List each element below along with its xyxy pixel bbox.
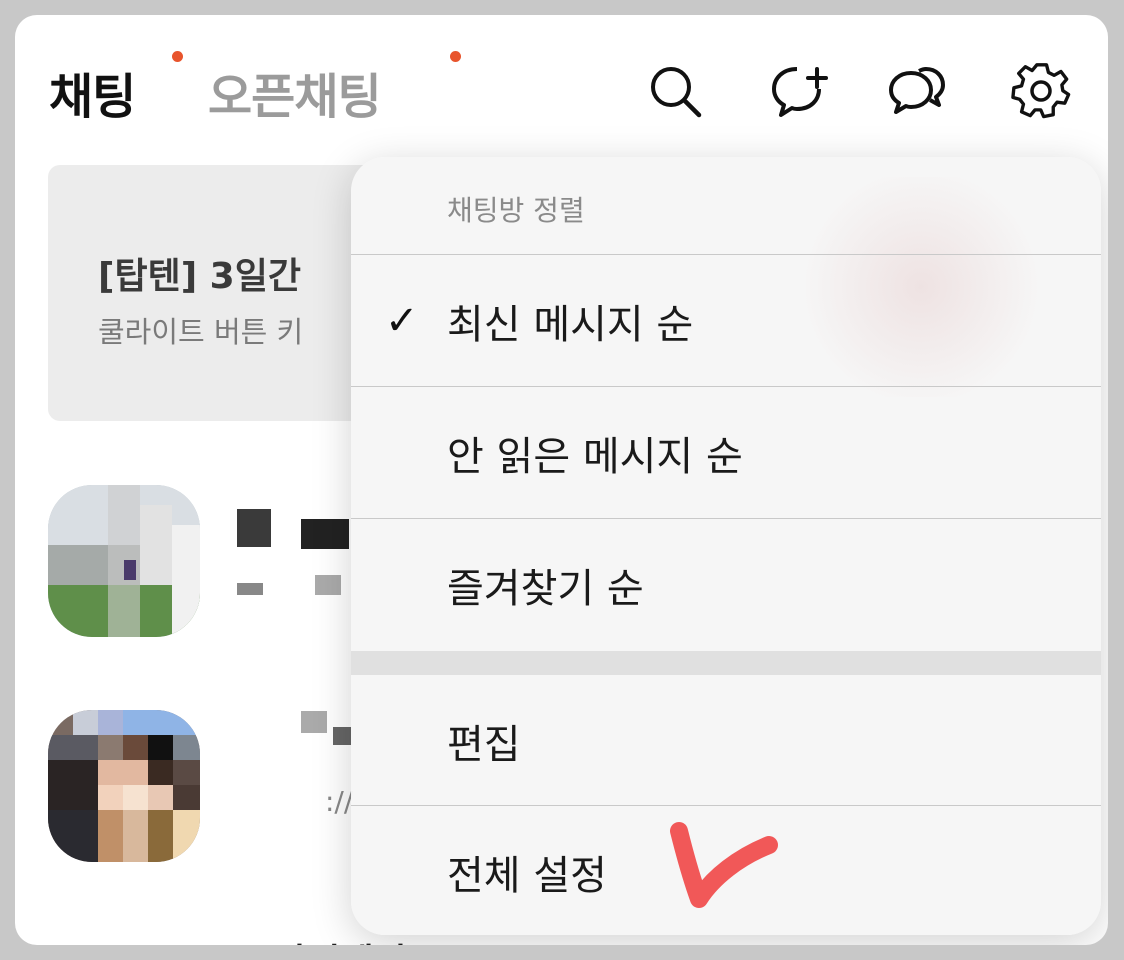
check-icon: ✓ — [385, 298, 419, 344]
banner-subtitle: 쿨라이트 버튼 키 — [98, 315, 304, 349]
sort-option-latest[interactable]: ✓ 최신 메시지 순 — [351, 255, 1101, 387]
new-badge-dot — [172, 51, 183, 62]
edit-menu-item[interactable]: 편집 — [351, 675, 1101, 807]
menu-item-label: 전체 설정 — [447, 853, 607, 899]
banner-title: [탑텐] 3일간 — [98, 256, 301, 297]
search-icon[interactable] — [643, 59, 707, 123]
menu-header: 채팅방 정렬 — [447, 194, 585, 227]
new-badge-dot — [450, 51, 461, 62]
tab-chat[interactable]: 채팅 — [49, 57, 136, 127]
menu-item-label: 편집 — [447, 722, 521, 768]
pixelated-name — [333, 727, 351, 745]
sort-option-label: 최신 메시지 순 — [447, 302, 694, 348]
sort-option-label: 즐겨찾기 순 — [447, 566, 644, 612]
section-separator — [351, 651, 1101, 675]
sort-option-unread[interactable]: 안 읽은 메시지 순 — [351, 387, 1101, 519]
tab-openchat[interactable]: 오픈채팅 — [208, 57, 382, 127]
open-chat-icon[interactable] — [885, 59, 949, 123]
chat-preview: :// — [325, 785, 354, 818]
sort-menu: 채팅방 정렬 ✓ 최신 메시지 순 안 읽은 메시지 순 즐겨찾기 순 편집 전… — [351, 157, 1101, 935]
avatar — [48, 485, 200, 637]
sort-option-favorites[interactable]: 즐겨찾기 순 — [351, 519, 1101, 651]
new-chat-icon[interactable] — [767, 59, 831, 123]
checkmark-annotation-icon — [670, 822, 778, 908]
pixelated-preview — [315, 575, 341, 595]
pixelated-name — [301, 519, 349, 549]
pixelated-name — [237, 509, 271, 547]
chat-screen: 채팅 오픈채팅 [탑텐] 3일간 쿨라이트 버튼 키:// 채팅방 정렬 ✓ … — [15, 15, 1108, 945]
sort-option-label: 안 읽은 메시지 순 — [447, 434, 743, 480]
pixelated-name — [301, 711, 327, 733]
pixelated-preview — [237, 583, 263, 595]
avatar — [48, 710, 200, 862]
settings-icon[interactable] — [1009, 59, 1073, 123]
